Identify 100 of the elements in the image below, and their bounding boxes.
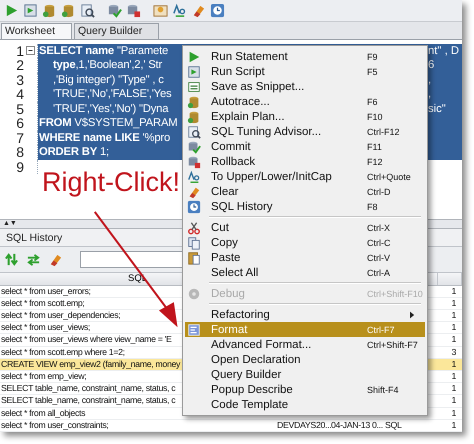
- code-line: SELECT name "Paramete: [39, 44, 168, 58]
- shortcut-label: Ctrl-V: [367, 252, 390, 262]
- run-icon[interactable]: [4, 2, 19, 18]
- shortcut-label: F8: [367, 202, 378, 212]
- line-number: 1: [15, 44, 24, 58]
- arrows-icon[interactable]: [4, 252, 19, 267]
- report-icon[interactable]: [153, 2, 168, 18]
- menu-item[interactable]: Copy Ctrl-C: [185, 235, 425, 250]
- menu-item[interactable]: SQL History F8: [185, 199, 425, 214]
- menu-item[interactable]: Run Statement F9: [185, 49, 425, 64]
- menu-item[interactable]: To Upper/Lower/InitCap Ctrl+Quote: [185, 169, 425, 184]
- menu-item[interactable]: Advanced Format... Ctrl+Shift-F7: [185, 337, 425, 352]
- sql-cell: SELECT table_name, constraint_name, status, c: [1, 383, 176, 394]
- shortcut-label: Ctrl-X: [367, 222, 390, 232]
- case-icon[interactable]: [172, 2, 187, 18]
- count-cell-text: 1: [450, 286, 457, 297]
- panel-title: SQL History: [6, 232, 62, 244]
- run-icon: [187, 50, 201, 64]
- sql-cell: CREATE VIEW emp_view2 (family_name, money: [1, 358, 180, 369]
- count-cell-text: 1: [450, 371, 457, 382]
- scissors-icon: [187, 220, 201, 234]
- eraser-icon: [187, 184, 201, 198]
- shortcut-label: Ctrl-A: [367, 268, 390, 278]
- editor-tab[interactable]: Worksheet: [1, 22, 72, 39]
- shortcut-label: Shift-F4: [367, 384, 399, 394]
- count-cell-text: 1: [450, 383, 457, 394]
- editor-tab[interactable]: Query Builder: [74, 22, 160, 39]
- menu-item[interactable]: Run Script F5: [185, 64, 425, 79]
- code-fragment: 6: [428, 58, 436, 73]
- count-cell-text: 1: [450, 395, 457, 407]
- shortcut-label: F11: [367, 142, 382, 152]
- database-undo-icon: [187, 154, 201, 168]
- count-cell-text: 3: [450, 346, 457, 358]
- menu-item[interactable]: SQL Tuning Advisor... Ctrl-F12: [185, 124, 425, 139]
- line-number: 6: [15, 116, 24, 131]
- count-cell-text: 1: [450, 408, 457, 419]
- type-cell: SQL: [385, 420, 402, 430]
- menu-item[interactable]: Save as Snippet...: [185, 79, 425, 94]
- shortcut-label: Ctrl-F12: [367, 126, 400, 136]
- menu-item[interactable]: Explain Plan... F10: [185, 109, 425, 124]
- sql-cell: select * from user_constraints;: [1, 420, 108, 430]
- shortcut-label: F10: [367, 112, 383, 122]
- sql-cell: select * from user_views where view_name = 'E: [1, 334, 172, 344]
- code-line: 'TRUE','Yes','No') "Dyna: [53, 102, 168, 116]
- count-cell-text: 1: [450, 420, 457, 431]
- code-line: FROM V$SYSTEM_PARAM: [39, 116, 178, 131]
- code-line: ORDER BY 1;: [39, 145, 109, 160]
- shortcut-label: F9: [367, 52, 378, 62]
- menu-item[interactable]: Commit F11: [185, 139, 425, 154]
- copy-icon: [187, 236, 201, 250]
- snippet-icon: [187, 80, 201, 94]
- menu-item[interactable]: Clear Ctrl-D: [185, 184, 425, 199]
- count-cell-text: 1: [450, 334, 457, 346]
- menu-item[interactable]: Rollback F12: [185, 154, 425, 169]
- menu-item[interactable]: Cut Ctrl-X: [185, 220, 425, 235]
- count-cell-text: 1: [450, 322, 457, 334]
- menu-item[interactable]: Refactoring: [185, 307, 425, 322]
- history-row[interactable]: select * from user_constraints; DEVDAYS20...04-JAN-13 0... SQL 1: [0, 420, 462, 432]
- shortcut-label: F5: [367, 66, 378, 76]
- count-cell-text: 1: [450, 358, 457, 370]
- paste-icon: [187, 250, 201, 264]
- sql-cell: select * from emp_view;: [1, 371, 86, 382]
- code-fragment: nt" , D: [428, 44, 460, 58]
- code-line: type,1,'Boolean',2,' Str: [53, 58, 162, 73]
- code-fragment: sic": [428, 102, 447, 116]
- line-number: 3: [15, 72, 24, 88]
- code-line: ,'Big integer') "Type" , c: [53, 72, 164, 88]
- script-icon[interactable]: [23, 2, 38, 18]
- code-fragment: ,: [428, 72, 432, 88]
- menu-item[interactable]: Open Declaration: [185, 352, 425, 367]
- code-line: 'TRUE','No','FALSE','Yes: [53, 87, 172, 102]
- code-fragment: ,: [428, 87, 432, 102]
- count-cell-text: 1: [450, 310, 457, 322]
- menu-item[interactable]: Popup Describe Shift-F4: [185, 382, 425, 397]
- shortcut-label: Ctrl+Quote: [367, 172, 411, 182]
- sql-cell: select * from user_views;: [1, 322, 90, 332]
- line-number: 7: [15, 130, 24, 146]
- menu-item[interactable]: Autotrace... F6: [185, 94, 425, 109]
- connection-cell: DEVDAYS20...: [277, 420, 332, 430]
- magnifier-icon[interactable]: [80, 2, 95, 18]
- sql-cell: select * from scott.emp;: [1, 298, 85, 308]
- database-undo-icon[interactable]: [126, 2, 141, 18]
- shortcut-label: F12: [367, 156, 383, 166]
- collapse-icon[interactable]: [25, 45, 36, 56]
- shortcut-label: Ctrl+Shift-F10: [367, 288, 423, 298]
- database-icon[interactable]: [42, 2, 57, 18]
- magnifier-icon: [187, 124, 201, 138]
- shortcut-label: Ctrl+Shift-F7: [367, 340, 418, 350]
- sql-cell: select * from user_errors;: [1, 286, 91, 296]
- code-line: WHERE name LIKE '%pro: [39, 130, 170, 146]
- database-check-icon[interactable]: [107, 2, 122, 18]
- history-icon[interactable]: [210, 2, 225, 18]
- swap-icon[interactable]: [26, 252, 41, 267]
- line-number: 9: [15, 160, 24, 174]
- line-number: 2: [15, 58, 24, 73]
- count-cell-text: 1: [450, 298, 457, 310]
- document-icon: [187, 322, 201, 336]
- sql-cell: select * from all_objects: [1, 408, 86, 418]
- line-number: 4: [15, 87, 24, 102]
- sql-cell: SELECT table_name, constraint_name, status, c: [1, 395, 176, 406]
